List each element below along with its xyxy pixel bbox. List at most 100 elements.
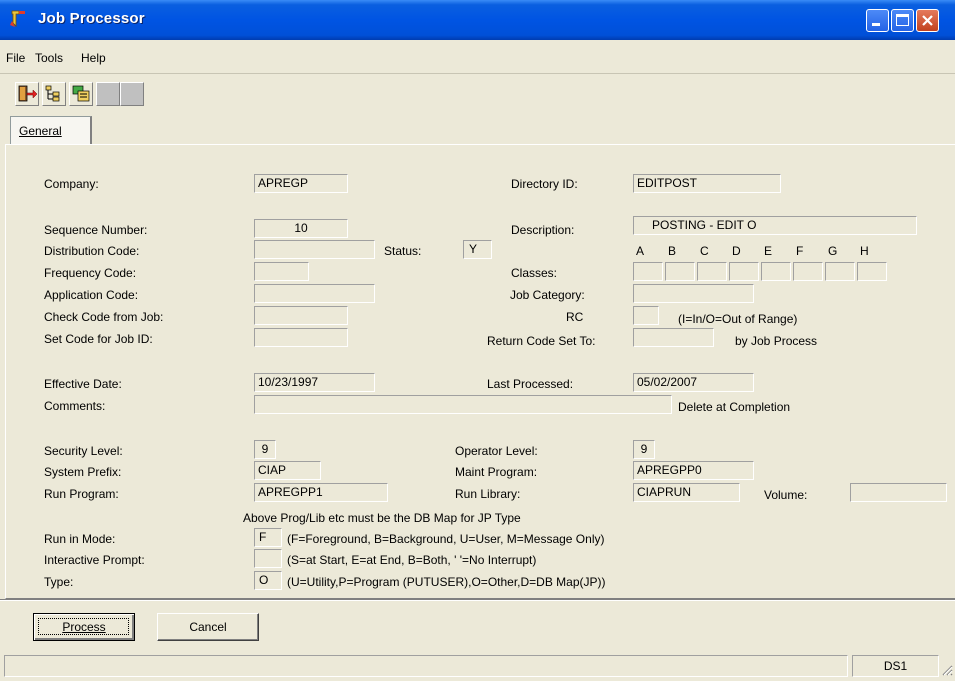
title-bar[interactable]: Job Processor xyxy=(0,0,955,40)
status-label: Status: xyxy=(384,244,422,258)
menu-help[interactable]: Help xyxy=(81,51,106,65)
tree-icon xyxy=(45,85,60,102)
return-code-field[interactable] xyxy=(633,328,714,347)
menu-file[interactable]: File xyxy=(6,51,25,65)
system-prefix-label: System Prefix: xyxy=(44,465,122,479)
db-map-note: Above Prog/Lib etc must be the DB Map fo… xyxy=(243,511,521,525)
toolbar xyxy=(0,74,955,114)
status-field[interactable]: Y xyxy=(463,240,492,259)
class-letter-c: C xyxy=(700,244,709,258)
frequency-code-label: Frequency Code: xyxy=(44,266,137,280)
close-icon xyxy=(922,15,933,26)
exit-icon xyxy=(18,85,38,102)
tab-general[interactable]: General xyxy=(10,116,92,145)
effective-date-label: Effective Date: xyxy=(44,377,122,391)
minimize-button[interactable] xyxy=(866,9,889,32)
comments-label: Comments: xyxy=(44,399,106,413)
description-field[interactable]: POSTING - EDIT O xyxy=(633,216,917,235)
cancel-button-label: Cancel xyxy=(189,620,227,634)
menu-tools[interactable]: Tools xyxy=(35,51,63,65)
app-icon xyxy=(10,10,25,27)
return-code-label: Return Code Set To: xyxy=(487,334,596,348)
class-field-f[interactable] xyxy=(793,262,823,281)
maint-program-field[interactable]: APREGPP0 xyxy=(633,461,754,480)
job-category-field[interactable] xyxy=(633,284,754,303)
check-code-field[interactable] xyxy=(254,306,348,325)
class-letter-d: D xyxy=(732,244,741,258)
distribution-code-label: Distribution Code: xyxy=(44,244,140,258)
tree-tool-button[interactable] xyxy=(42,82,66,106)
class-field-g[interactable] xyxy=(825,262,855,281)
run-mode-hint: (F=Foreground, B=Background, U=User, M=M… xyxy=(287,532,605,546)
rc-field[interactable] xyxy=(633,306,659,325)
check-code-label: Check Code from Job: xyxy=(44,310,164,324)
application-code-field[interactable] xyxy=(254,284,375,303)
last-processed-field[interactable]: 05/02/2007 xyxy=(633,373,754,392)
class-letter-e: E xyxy=(764,244,773,258)
set-code-field[interactable] xyxy=(254,328,348,347)
disabled-tool-button-2[interactable] xyxy=(120,82,144,106)
classes-label: Classes: xyxy=(511,266,558,280)
class-field-b[interactable] xyxy=(665,262,695,281)
window-title: Job Processor xyxy=(38,10,145,27)
class-letter-b: B xyxy=(668,244,677,258)
description-label: Description: xyxy=(511,223,575,237)
run-program-field[interactable]: APREGPP1 xyxy=(254,483,388,502)
class-letter-f: F xyxy=(796,244,804,258)
class-field-c[interactable] xyxy=(697,262,727,281)
rc-hint: (I=In/O=Out of Range) xyxy=(678,312,798,326)
distribution-code-field[interactable] xyxy=(254,240,375,259)
process-button[interactable]: Process xyxy=(33,613,135,641)
company-field[interactable]: APREGP xyxy=(254,174,348,193)
status-bar-database: DS1 xyxy=(852,655,939,677)
resize-grip-icon[interactable] xyxy=(941,664,953,676)
class-field-h[interactable] xyxy=(857,262,887,281)
run-library-field[interactable]: CIAPRUN xyxy=(633,483,740,502)
type-field[interactable]: O xyxy=(254,571,282,590)
security-level-field[interactable]: 9 xyxy=(254,440,276,459)
class-field-a[interactable] xyxy=(633,262,663,281)
process-button-label: Process xyxy=(62,620,106,634)
run-library-label: Run Library: xyxy=(455,487,521,501)
disabled-tool-button-1[interactable] xyxy=(96,82,120,106)
maximize-icon xyxy=(896,14,909,26)
maint-program-label: Maint Program: xyxy=(455,465,538,479)
run-mode-label: Run in Mode: xyxy=(44,532,116,546)
by-job-process-label: by Job Process xyxy=(735,334,818,348)
maximize-button[interactable] xyxy=(891,9,914,32)
frequency-code-field[interactable] xyxy=(254,262,309,281)
interactive-prompt-field[interactable] xyxy=(254,549,282,568)
company-label: Company: xyxy=(44,177,99,191)
class-field-d[interactable] xyxy=(729,262,759,281)
menu-bar: File Tools Help xyxy=(0,40,955,74)
status-bar-main xyxy=(4,655,848,677)
operator-level-field[interactable]: 9 xyxy=(633,440,655,459)
sequence-number-label: Sequence Number: xyxy=(44,223,148,237)
exit-tool-button[interactable] xyxy=(15,82,39,106)
cancel-button[interactable]: Cancel xyxy=(157,613,259,641)
sequence-number-field[interactable]: 10 xyxy=(254,219,348,238)
last-processed-label: Last Processed: xyxy=(487,377,574,391)
rc-label: RC xyxy=(566,310,584,324)
class-field-e[interactable] xyxy=(761,262,791,281)
security-level-label: Security Level: xyxy=(44,444,123,458)
volume-field[interactable] xyxy=(850,483,947,502)
type-label: Type: xyxy=(44,575,74,589)
run-program-label: Run Program: xyxy=(44,487,119,501)
directory-id-field[interactable]: EDITPOST xyxy=(633,174,781,193)
general-panel xyxy=(5,144,955,599)
class-letter-h: H xyxy=(860,244,869,258)
run-mode-field[interactable]: F xyxy=(254,528,282,547)
close-button[interactable] xyxy=(916,9,939,32)
run-tool-button[interactable] xyxy=(69,82,93,106)
delete-at-completion-label[interactable]: Delete at Completion xyxy=(678,400,790,414)
type-hint: (U=Utility,P=Program (PUTUSER),O=Other,D… xyxy=(287,575,606,589)
run-icon xyxy=(72,85,90,102)
tab-general-label: General xyxy=(19,124,62,138)
class-letter-a: A xyxy=(636,244,645,258)
minimize-icon xyxy=(872,23,880,26)
system-prefix-field[interactable]: CIAP xyxy=(254,461,321,480)
effective-date-field[interactable]: 10/23/1997 xyxy=(254,373,375,392)
application-code-label: Application Code: xyxy=(44,288,139,302)
comments-field[interactable] xyxy=(254,395,672,414)
